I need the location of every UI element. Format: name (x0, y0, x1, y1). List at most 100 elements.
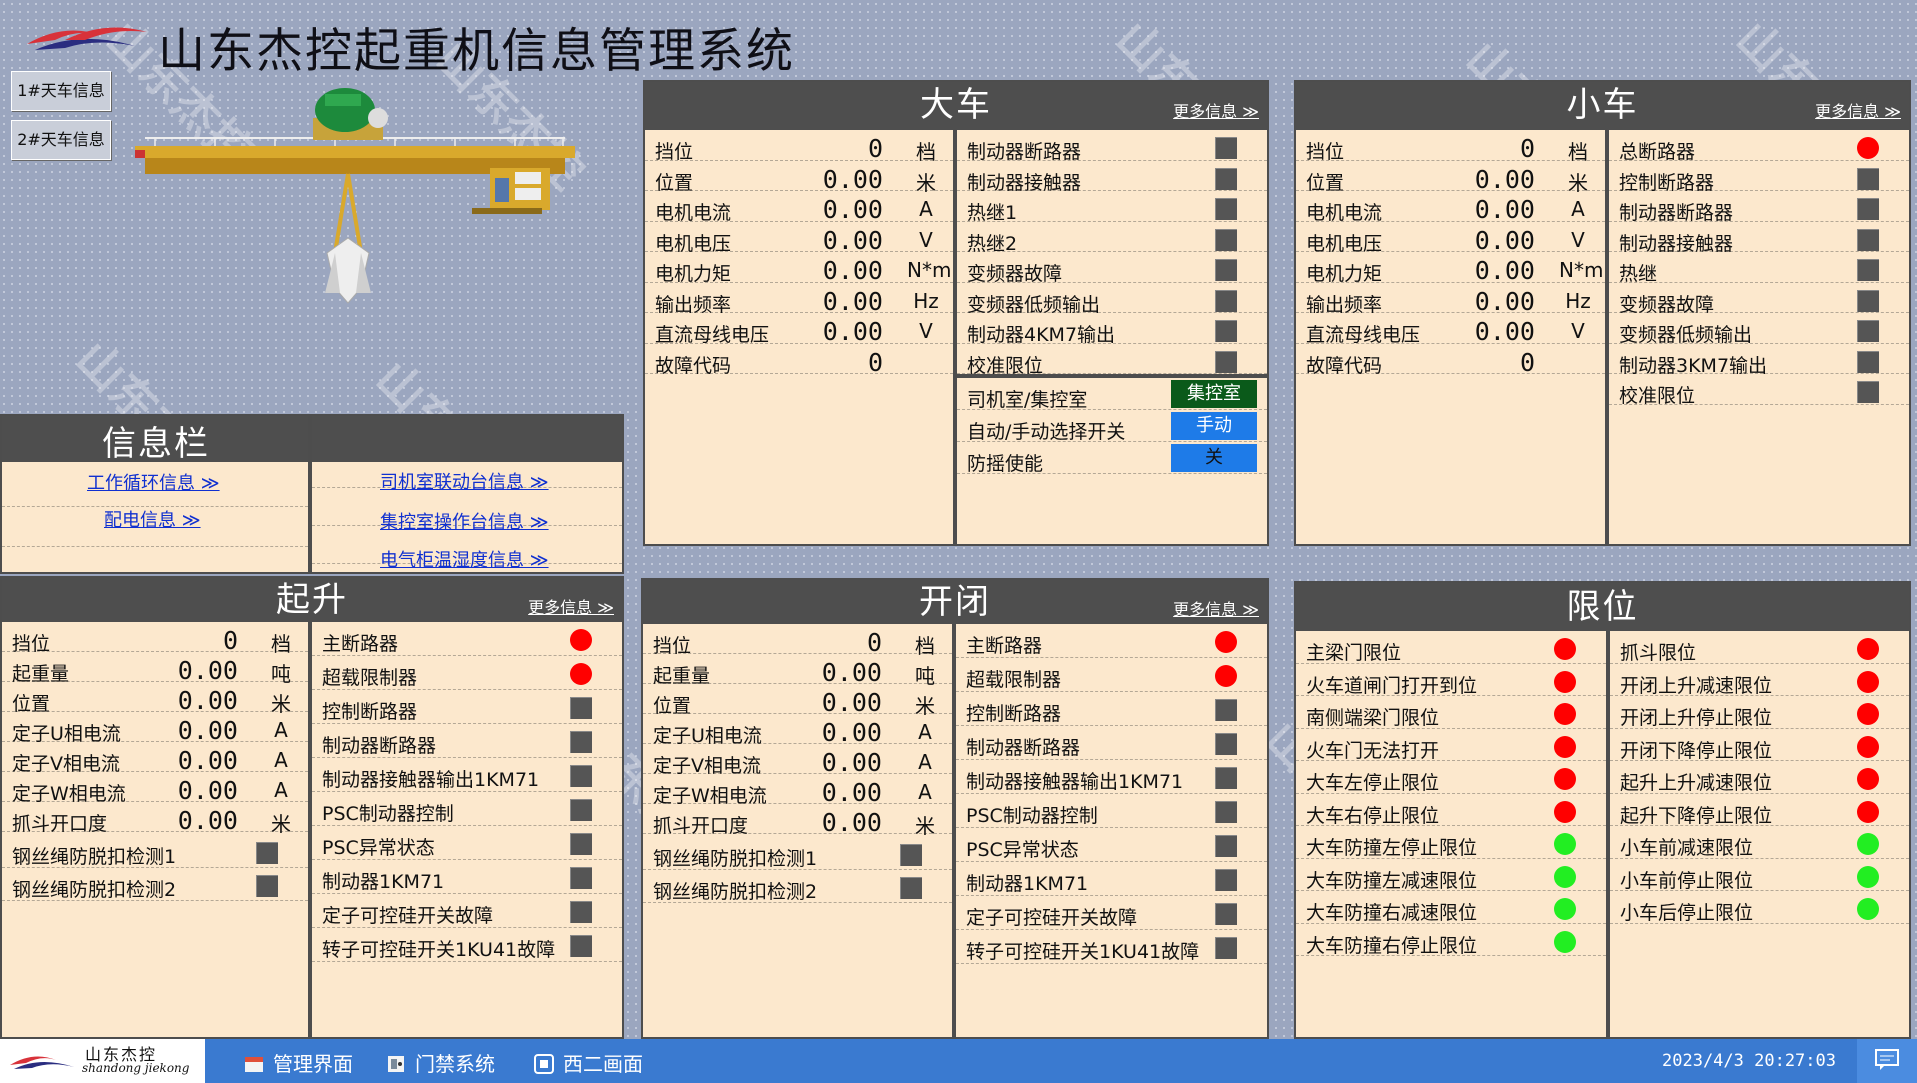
taskbar-management-label: 管理界面 (273, 1052, 353, 1076)
status-row: 变频器低频输出 (957, 283, 1267, 316)
work-cycle-info-link[interactable]: 工作循环信息 ≫ (87, 469, 220, 495)
status-label: 开闭下降停止限位 (1620, 739, 1773, 762)
status-indicator (1857, 167, 1879, 190)
status-label: PSC制动器控制 (322, 803, 454, 825)
status-label: 校准限位 (1619, 385, 1696, 407)
status-label: 制动器断路器 (966, 737, 1081, 759)
value-reading: 0.00 (822, 195, 883, 224)
status-row: 超载限制器 (312, 656, 622, 690)
status-indicator (1215, 665, 1237, 687)
cab-console-info-link[interactable]: 司机室联动台信息 ≫ (380, 468, 549, 494)
switch-state[interactable]: 关 (1171, 444, 1257, 472)
status-label: 大车防撞右减速限位 (1306, 902, 1478, 924)
taskbar-management[interactable]: 管理界面 (243, 1048, 353, 1077)
control-room-console-info-link[interactable]: 集控室操作台信息 ≫ (380, 508, 549, 534)
qisheng-value-row: 抓斗开口度 0.00 米 (2, 802, 308, 836)
status-row: 大车防撞左减速限位 (1296, 859, 1606, 892)
cabinet-temp-humidity-info-link[interactable]: 电气柜温湿度信息 ≫ (380, 546, 549, 572)
value-reading: 0.00 (177, 776, 238, 805)
check-label: 钢丝绳防脱扣检测2 (12, 879, 177, 901)
status-label: 开闭上升减速限位 (1620, 674, 1773, 697)
qisheng-value-row: 定子W相电流 0.00 A (2, 772, 308, 805)
value-reading: 0 (1519, 347, 1535, 377)
crane-2-info-button[interactable]: 2#天车信息 (11, 120, 111, 160)
status-indicator (1857, 381, 1879, 403)
qisheng-more-info-link[interactable]: 更多信息 ≫ (528, 594, 614, 618)
notification-button[interactable] (1857, 1039, 1917, 1083)
status-label: 大车防撞右停止限位 (1306, 934, 1478, 957)
status-row: 制动器3KM7输出 (1609, 344, 1909, 377)
xiaoche-value-row: 输出频率 0.00 Hz (1296, 283, 1605, 316)
management-icon (243, 1053, 265, 1075)
status-row: 火车门无法打开 (1296, 729, 1606, 762)
value-unit: V (919, 319, 933, 343)
switch-state[interactable]: 集控室 (1171, 380, 1257, 408)
chat-icon (1875, 1049, 1899, 1075)
status-indicator (1857, 259, 1879, 281)
dache-value-row: 位置 0.00 米 (645, 161, 953, 195)
taskbar-xier-screen[interactable]: 西二画面 (533, 1048, 643, 1077)
kaibi-value-row: 起重量 0.00 吨 (643, 654, 952, 688)
status-label: 小车后停止限位 (1620, 902, 1754, 924)
status-label: 小车前停止限位 (1620, 869, 1754, 892)
status-indicator (1215, 289, 1237, 312)
status-label: 制动器1KM71 (322, 871, 445, 893)
kaibi-value-row: 定子U相电流 0.00 A (643, 714, 952, 747)
status-indicator (900, 877, 922, 899)
app-title: 山东杰控起重机信息管理系统 (158, 24, 795, 79)
status-label: 主断路器 (966, 635, 1043, 657)
qisheng-value-row: 定子V相电流 0.00 A (2, 742, 308, 775)
value-reading: 0.00 (1474, 317, 1535, 346)
status-indicator (1215, 631, 1237, 653)
status-indicator (1554, 670, 1576, 693)
kaibi-check-row: 钢丝绳防脱扣检测1 (643, 837, 952, 870)
value-unit: N*m (1559, 258, 1604, 282)
status-row: 主断路器 (312, 622, 622, 656)
status-indicator (1857, 735, 1879, 758)
taskbar-access-control[interactable]: 门禁系统 (385, 1048, 495, 1077)
status-indicator (1857, 898, 1879, 920)
switch-row: 自动/手动选择开关 手动 (957, 410, 1267, 443)
status-label: 主断路器 (322, 633, 399, 655)
kaibi-title: 开闭 (919, 582, 991, 622)
value-reading: 0.00 (1474, 286, 1535, 316)
status-row: 控制断路器 (1609, 161, 1909, 194)
value-reading: 0.00 (177, 746, 238, 775)
status-row: 定子可控硅开关故障 (312, 894, 622, 928)
switch-row: 防摇使能 关 (957, 442, 1267, 475)
value-reading: 0.00 (821, 778, 882, 807)
status-indicator (1857, 638, 1879, 660)
status-indicator (570, 731, 592, 753)
qisheng-panel: 起升 更多信息 ≫ 挡位 0 档起重量 0.00 吨位置 0.00 米定子U相电流 0.00 A… (0, 576, 624, 1039)
dache-value-row: 电机力矩 0.00 N*m (645, 252, 953, 285)
status-indicator (1215, 259, 1237, 281)
dache-more-info-link[interactable]: 更多信息 ≫ (1173, 98, 1259, 122)
value-unit: A (274, 718, 288, 742)
status-row: 校准限位 (1609, 374, 1909, 407)
status-row: 制动器1KM71 (312, 860, 622, 894)
status-indicator (1857, 350, 1879, 373)
qisheng-value-row: 挡位 0 档 (2, 622, 308, 656)
xiaoche-value-row: 直流母线电压 0.00 V (1296, 313, 1605, 346)
status-row: 制动器接触器输出1KM71 (956, 760, 1267, 794)
status-label: 主梁门限位 (1306, 642, 1402, 664)
crane-1-info-button[interactable]: 1#天车信息 (11, 71, 111, 111)
status-label: 制动器断路器 (322, 735, 437, 757)
dache-value-row: 电机电压 0.00 V (645, 222, 953, 255)
status-label: 火车道闸门打开到位 (1306, 674, 1478, 697)
status-indicator (1857, 137, 1879, 159)
status-indicator (1554, 833, 1576, 855)
value-reading: 0.00 (1474, 256, 1535, 285)
power-distribution-info-link[interactable]: 配电信息 ≫ (104, 506, 201, 532)
switch-state[interactable]: 手动 (1171, 412, 1257, 440)
status-row: 变频器故障 (957, 252, 1267, 285)
qisheng-value-row: 起重量 0.00 吨 (2, 652, 308, 686)
value-unit: A (918, 750, 932, 774)
xiaoche-more-info-link[interactable]: 更多信息 ≫ (1815, 98, 1901, 122)
kaibi-more-info-link[interactable]: 更多信息 ≫ (1173, 596, 1259, 620)
status-row: 校准限位 (957, 344, 1267, 377)
status-row: 控制断路器 (312, 690, 622, 724)
kaibi-panel: 开闭 更多信息 ≫ 挡位 0 档起重量 0.00 吨位置 0.00 米定子U相电流 0.00 A… (641, 578, 1269, 1039)
value-unit: 米 (915, 814, 935, 838)
dache-value-row: 输出频率 0.00 Hz (645, 283, 953, 316)
